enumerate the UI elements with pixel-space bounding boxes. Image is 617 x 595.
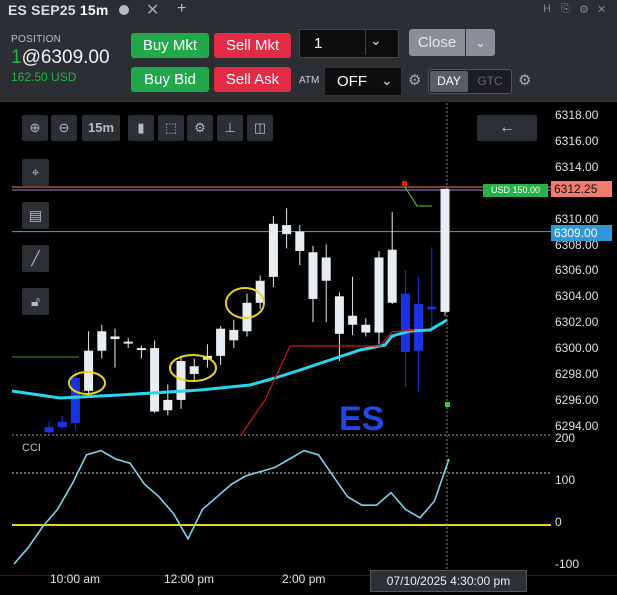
candle-body xyxy=(295,231,305,251)
price-axis-label: 6306.00 xyxy=(555,263,599,278)
price-axis-label: 6314.00 xyxy=(555,159,599,174)
candle-body xyxy=(123,341,133,344)
candle-body xyxy=(308,252,318,299)
price-axis-label: 6296.00 xyxy=(555,392,599,407)
candle-body xyxy=(387,249,397,303)
candle-body xyxy=(216,328,226,356)
crosshair-time-label: 07/10/2025 4:30:00 pm xyxy=(370,570,527,592)
candle-body xyxy=(229,329,239,341)
candle-body xyxy=(84,350,94,391)
candle-body xyxy=(44,427,54,433)
time-label-10am: 10:00 am xyxy=(50,572,101,586)
price-chart-canvas xyxy=(11,103,551,575)
indicators-icon[interactable]: ⊥ xyxy=(217,115,243,141)
candle-body xyxy=(414,304,424,351)
last-price-tag: 6312.25 xyxy=(551,181,612,197)
price-axis-label: 6318.00 xyxy=(555,108,599,122)
cci-axis-label: 100 xyxy=(555,473,576,487)
object-list-icon[interactable]: ▤ xyxy=(22,202,49,229)
zoom-out-icon[interactable]: ⊖ xyxy=(51,115,77,141)
candle-body xyxy=(136,348,146,351)
position-pnl-tag: USD 150.00 xyxy=(483,184,548,197)
average-price-tag: 6309.00 xyxy=(551,225,612,241)
cci-line xyxy=(13,449,450,565)
scroll-back-button[interactable]: ← xyxy=(477,115,537,141)
candle-body xyxy=(361,324,371,333)
stop-marker xyxy=(445,402,450,407)
target-marker xyxy=(402,181,407,186)
cci-indicator-label: CCI xyxy=(22,442,41,454)
candle-body xyxy=(57,421,67,428)
candle-body xyxy=(110,336,120,340)
candle-body xyxy=(282,225,292,235)
candle-body xyxy=(70,377,80,424)
candle-body xyxy=(400,293,410,352)
candle-body xyxy=(189,366,199,374)
candle-body xyxy=(97,331,107,351)
draw-line-icon[interactable]: ╱ xyxy=(22,245,49,272)
select-region-icon[interactable]: ⬚ xyxy=(158,115,184,141)
candle-body xyxy=(321,257,331,281)
trailing-stop-line xyxy=(240,329,416,436)
price-axis-label: 6302.00 xyxy=(555,315,599,330)
cci-axis-label: -100 xyxy=(555,557,580,571)
time-label-2pm: 2:00 pm xyxy=(282,572,326,586)
zoom-in-icon[interactable]: ⊕ xyxy=(22,115,48,141)
candle-body xyxy=(334,296,344,334)
price-axis-label: 6298.00 xyxy=(555,367,599,381)
candle-body xyxy=(348,315,358,325)
price-axis-label: 6316.00 xyxy=(555,133,599,148)
symbol-watermark: ES xyxy=(339,400,385,438)
price-axis-label: 6304.00 xyxy=(555,289,599,304)
candle-body xyxy=(440,188,450,312)
candle-body xyxy=(374,257,384,333)
cci-axis-label: 0 xyxy=(555,515,562,529)
lock-icon[interactable]: 🔓︎ xyxy=(22,288,49,315)
crosshair-icon[interactable]: ⌖ xyxy=(22,159,49,186)
candle-body xyxy=(268,223,278,277)
templates-icon[interactable]: ◫ xyxy=(247,115,273,141)
candle-body xyxy=(427,306,437,310)
timeframe-select[interactable]: 15m xyxy=(82,115,120,141)
chart-settings-icon[interactable]: ⚙ xyxy=(187,115,213,141)
cci-axis-label: 200 xyxy=(555,431,576,445)
time-label-12pm: 12:00 pm xyxy=(164,572,215,586)
candle-style-icon[interactable]: ▮ xyxy=(128,115,154,141)
candle-body xyxy=(150,348,160,412)
candle-body xyxy=(163,399,173,411)
price-axis-label: 6310.00 xyxy=(555,211,599,226)
price-axis-label: 6300.00 xyxy=(555,341,599,356)
